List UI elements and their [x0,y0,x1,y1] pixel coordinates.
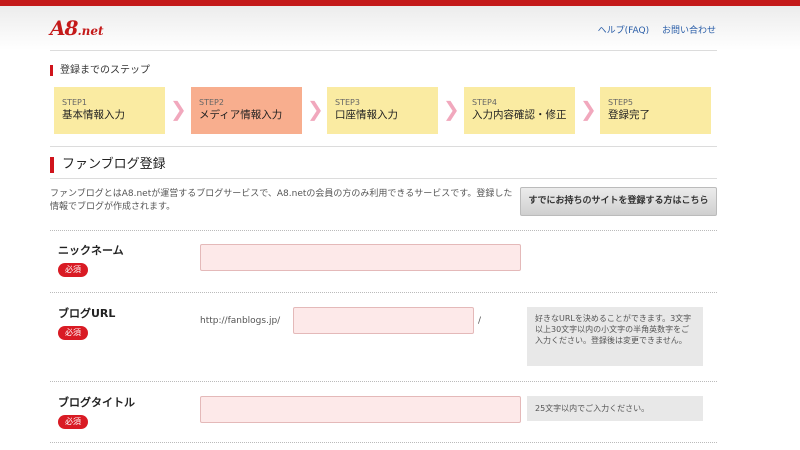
logo-main: A8 [50,16,78,40]
step-2: STEP2 メディア情報入力 [191,87,302,134]
step-name: 登録完了 [608,109,650,121]
logo-suffix: .net [77,24,104,38]
blog-url-prefix: http://fanblogs.jp/ [200,316,281,326]
chevron-right-icon: ❯ [443,97,460,121]
blog-url-help: 好きなURLを決めることができます。3文字以上30文字以内の小文字の半角英数字を… [527,307,703,366]
blog-title-help: 25文字以内でご入力ください。 [527,396,703,421]
nickname-input[interactable] [200,244,521,271]
required-badge: 必須 [58,263,88,277]
steps-section-label: 登録までのステップ [50,65,150,76]
header-links: ヘルプ(FAQ) お問い合わせ [588,23,716,36]
required-badge: 必須 [58,326,88,340]
step-name: 入力内容確認・修正 [472,109,567,121]
row-divider [50,381,717,382]
steps-divider [50,146,717,147]
existing-site-register-button[interactable]: すでにお持ちのサイトを登録する方はこちら [520,187,717,216]
header-divider [50,50,717,51]
step-name: 口座情報入力 [335,109,398,121]
title-divider [50,178,717,179]
step-name: メディア情報入力 [199,109,283,121]
nickname-label: ニックネーム [58,244,124,257]
fanblog-description: ファンブログとはA8.netが運営するブログサービスで、A8.netの会員の方の… [50,189,513,212]
step-number: STEP3 [335,98,360,107]
contact-link[interactable]: お問い合わせ [662,26,716,36]
step-number: STEP4 [472,98,497,107]
a8net-logo[interactable]: A8.net [50,16,104,40]
blog-url-suffix: / [478,316,482,326]
blog-title-label: ブログタイトル [58,396,135,409]
required-badge: 必須 [58,415,88,429]
blog-title-input[interactable] [200,396,521,423]
blog-url-input[interactable] [293,307,474,334]
step-number: STEP2 [199,98,224,107]
step-1: STEP1 基本情報入力 [54,87,165,134]
chevron-right-icon: ❯ [307,97,324,121]
fanblog-section-title: ファンブログ登録 [50,157,166,173]
row-divider [50,292,717,293]
row-divider [50,442,717,443]
chevron-right-icon: ❯ [170,97,187,121]
chevron-right-icon: ❯ [580,97,597,121]
blog-url-label: ブログURL [58,307,116,320]
step-number: STEP5 [608,98,633,107]
step-number: STEP1 [62,98,87,107]
step-3: STEP3 口座情報入力 [327,87,438,134]
help-faq-link[interactable]: ヘルプ(FAQ) [598,26,649,36]
step-5: STEP5 登録完了 [600,87,711,134]
step-name: 基本情報入力 [62,109,125,121]
row-divider [50,230,717,231]
step-4: STEP4 入力内容確認・修正 [464,87,575,134]
